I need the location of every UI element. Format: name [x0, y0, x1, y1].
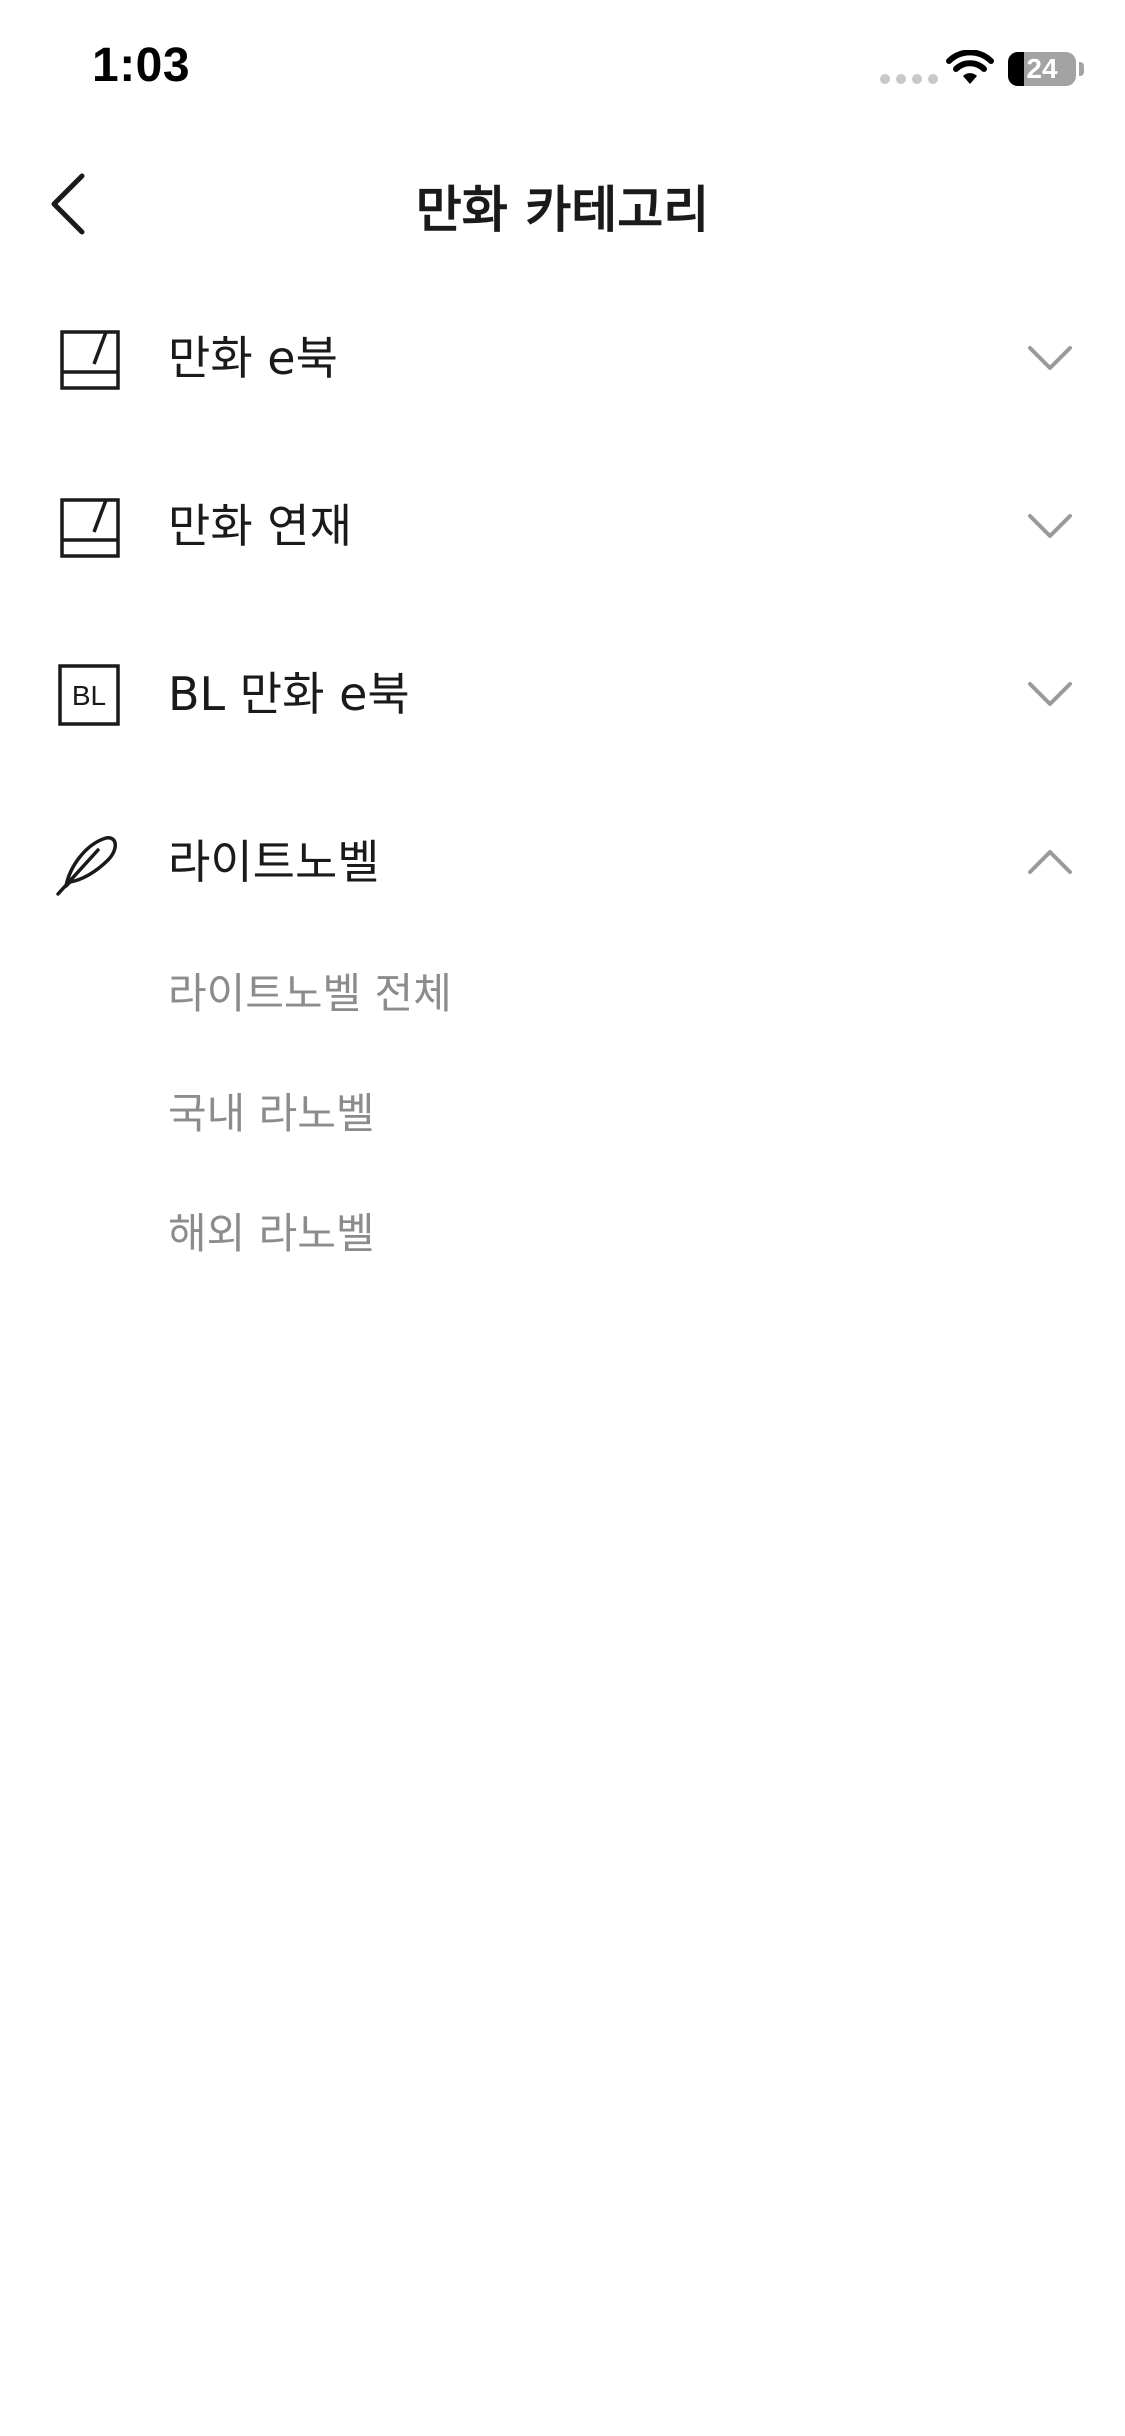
- sub-item-foreign-light-novel[interactable]: 해외 라노벨: [168, 1194, 768, 1274]
- comic-book-icon: [60, 330, 120, 390]
- header: 만화 카테고리: [0, 140, 1125, 270]
- page-title: 만화 카테고리: [415, 181, 710, 239]
- chevron-down-icon: [1028, 346, 1072, 370]
- feather-icon: [56, 836, 117, 896]
- comic-series-icon: [60, 498, 120, 558]
- wifi-icon: [946, 50, 994, 84]
- status-time: 1:03: [92, 39, 191, 92]
- category-light-novel[interactable]: 라이트노벨: [0, 802, 1125, 922]
- sub-item-domestic-light-novel[interactable]: 국내 라노벨: [168, 1074, 768, 1154]
- battery-cap: [1079, 62, 1084, 76]
- category-label: 만화 연재: [168, 499, 352, 553]
- status-bar: 1:03 24: [0, 0, 1125, 140]
- category-comic-series[interactable]: 만화 연재: [0, 466, 1125, 586]
- category-label: 만화 e북: [168, 331, 338, 385]
- category-label: BL 만화 e북: [168, 667, 410, 721]
- chevron-down-icon: [1028, 514, 1072, 538]
- sub-item-light-novel-all[interactable]: 라이트노벨 전체: [168, 954, 768, 1034]
- battery-level: 24: [1026, 53, 1058, 84]
- chevron-up-icon: [1028, 850, 1072, 874]
- chevron-down-icon: [1028, 682, 1072, 706]
- category-label: 라이트노벨: [168, 835, 380, 889]
- cellular-signal-icon: [880, 74, 938, 84]
- bl-badge-text: BL: [72, 680, 106, 711]
- category-bl-comic-ebook[interactable]: BL BL 만화 e북: [0, 634, 1125, 754]
- category-comic-ebook[interactable]: 만화 e북: [0, 298, 1125, 418]
- battery-icon: 24: [1008, 52, 1076, 86]
- bl-badge-icon: BL: [58, 664, 120, 726]
